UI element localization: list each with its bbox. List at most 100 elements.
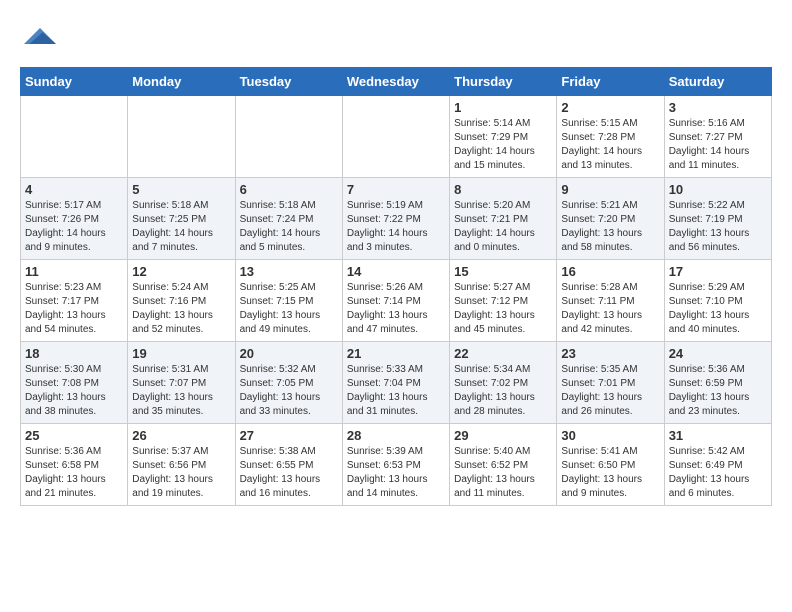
calendar-cell: 26Sunrise: 5:37 AM Sunset: 6:56 PM Dayli… xyxy=(128,424,235,506)
day-info: Sunrise: 5:29 AM Sunset: 7:10 PM Dayligh… xyxy=(669,281,767,337)
calendar-cell: 10 Sunrise: 5:22 AM Sunset: 7:19 PM Dayli… xyxy=(664,178,771,260)
calendar-cell: 16Sunrise: 5:28 AM Sunset: 7:11 PM Dayli… xyxy=(557,260,664,342)
day-number: 27 xyxy=(240,428,338,443)
calendar-cell: 2 Sunrise: 5:15 AM Sunset: 7:28 PM Daylig… xyxy=(557,96,664,178)
weekday-header-row: SundayMondayTuesdayWednesdayThursdayFrid… xyxy=(21,68,772,96)
day-number: 12 xyxy=(132,264,230,279)
weekday-header-friday: Friday xyxy=(557,68,664,96)
day-info: Sunrise: 5:39 AM Sunset: 6:53 PM Dayligh… xyxy=(347,445,445,501)
day-info: Sunrise: 5:18 AM Sunset: 7:25 PM Dayligh… xyxy=(132,199,230,255)
calendar-cell: 27 Sunrise: 5:38 AM Sunset: 6:55 PM Dayli… xyxy=(235,424,342,506)
calendar-cell xyxy=(342,96,449,178)
calendar-week-row: 18 Sunrise: 5:30 AM Sunset: 7:08 PM Dayli… xyxy=(21,342,772,424)
day-number: 9 xyxy=(561,182,659,197)
calendar-cell: 3 Sunrise: 5:16 AM Sunset: 7:27 PM Daylig… xyxy=(664,96,771,178)
day-number: 8 xyxy=(454,182,552,197)
day-info: Sunrise: 5:20 AM Sunset: 7:21 PM Dayligh… xyxy=(454,199,552,255)
page-header xyxy=(20,20,772,57)
calendar-cell: 18 Sunrise: 5:30 AM Sunset: 7:08 PM Dayli… xyxy=(21,342,128,424)
day-number: 18 xyxy=(25,346,123,361)
day-info: Sunrise: 5:32 AM Sunset: 7:05 PM Dayligh… xyxy=(240,363,338,419)
calendar-cell: 17 Sunrise: 5:29 AM Sunset: 7:10 PM Dayli… xyxy=(664,260,771,342)
day-number: 13 xyxy=(240,264,338,279)
day-info: Sunrise: 5:38 AM Sunset: 6:55 PM Dayligh… xyxy=(240,445,338,501)
calendar-cell: 5 Sunrise: 5:18 AM Sunset: 7:25 PM Daylig… xyxy=(128,178,235,260)
day-number: 4 xyxy=(25,182,123,197)
day-info: Sunrise: 5:17 AM Sunset: 7:26 PM Dayligh… xyxy=(25,199,123,255)
weekday-header-monday: Monday xyxy=(128,68,235,96)
calendar-cell: 7 Sunrise: 5:19 AM Sunset: 7:22 PM Daylig… xyxy=(342,178,449,260)
weekday-header-saturday: Saturday xyxy=(664,68,771,96)
day-number: 31 xyxy=(669,428,767,443)
calendar-cell: 14Sunrise: 5:26 AM Sunset: 7:14 PM Dayli… xyxy=(342,260,449,342)
day-info: Sunrise: 5:33 AM Sunset: 7:04 PM Dayligh… xyxy=(347,363,445,419)
day-number: 15 xyxy=(454,264,552,279)
calendar-week-row: 1 Sunrise: 5:14 AM Sunset: 7:29 PM Daylig… xyxy=(21,96,772,178)
day-info: Sunrise: 5:36 AM Sunset: 6:58 PM Dayligh… xyxy=(25,445,123,501)
day-number: 29 xyxy=(454,428,552,443)
weekday-header-sunday: Sunday xyxy=(21,68,128,96)
day-info: Sunrise: 5:41 AM Sunset: 6:50 PM Dayligh… xyxy=(561,445,659,501)
day-number: 10 xyxy=(669,182,767,197)
calendar-week-row: 25 Sunrise: 5:36 AM Sunset: 6:58 PM Dayli… xyxy=(21,424,772,506)
day-info: Sunrise: 5:35 AM Sunset: 7:01 PM Dayligh… xyxy=(561,363,659,419)
day-info: Sunrise: 5:22 AM Sunset: 7:19 PM Dayligh… xyxy=(669,199,767,255)
calendar-cell: 31 Sunrise: 5:42 AM Sunset: 6:49 PM Dayli… xyxy=(664,424,771,506)
calendar-cell: 15 Sunrise: 5:27 AM Sunset: 7:12 PM Dayli… xyxy=(450,260,557,342)
day-info: Sunrise: 5:19 AM Sunset: 7:22 PM Dayligh… xyxy=(347,199,445,255)
day-info: Sunrise: 5:21 AM Sunset: 7:20 PM Dayligh… xyxy=(561,199,659,255)
day-number: 19 xyxy=(132,346,230,361)
day-info: Sunrise: 5:36 AM Sunset: 6:59 PM Dayligh… xyxy=(669,363,767,419)
day-info: Sunrise: 5:42 AM Sunset: 6:49 PM Dayligh… xyxy=(669,445,767,501)
day-number: 6 xyxy=(240,182,338,197)
day-info: Sunrise: 5:31 AM Sunset: 7:07 PM Dayligh… xyxy=(132,363,230,419)
day-info: Sunrise: 5:30 AM Sunset: 7:08 PM Dayligh… xyxy=(25,363,123,419)
calendar-week-row: 11Sunrise: 5:23 AM Sunset: 7:17 PM Dayli… xyxy=(21,260,772,342)
day-info: Sunrise: 5:27 AM Sunset: 7:12 PM Dayligh… xyxy=(454,281,552,337)
day-info: Sunrise: 5:15 AM Sunset: 7:28 PM Dayligh… xyxy=(561,117,659,173)
day-number: 1 xyxy=(454,100,552,115)
calendar-cell: 29Sunrise: 5:40 AM Sunset: 6:52 PM Dayli… xyxy=(450,424,557,506)
day-info: Sunrise: 5:23 AM Sunset: 7:17 PM Dayligh… xyxy=(25,281,123,337)
calendar-cell: 11Sunrise: 5:23 AM Sunset: 7:17 PM Dayli… xyxy=(21,260,128,342)
calendar-cell: 22Sunrise: 5:34 AM Sunset: 7:02 PM Dayli… xyxy=(450,342,557,424)
day-number: 5 xyxy=(132,182,230,197)
calendar-cell: 24 Sunrise: 5:36 AM Sunset: 6:59 PM Dayli… xyxy=(664,342,771,424)
calendar-cell: 20Sunrise: 5:32 AM Sunset: 7:05 PM Dayli… xyxy=(235,342,342,424)
calendar-cell xyxy=(21,96,128,178)
day-number: 24 xyxy=(669,346,767,361)
day-info: Sunrise: 5:25 AM Sunset: 7:15 PM Dayligh… xyxy=(240,281,338,337)
day-number: 17 xyxy=(669,264,767,279)
day-number: 23 xyxy=(561,346,659,361)
day-number: 28 xyxy=(347,428,445,443)
calendar-cell: 8 Sunrise: 5:20 AM Sunset: 7:21 PM Daylig… xyxy=(450,178,557,260)
weekday-header-thursday: Thursday xyxy=(450,68,557,96)
day-info: Sunrise: 5:34 AM Sunset: 7:02 PM Dayligh… xyxy=(454,363,552,419)
day-info: Sunrise: 5:16 AM Sunset: 7:27 PM Dayligh… xyxy=(669,117,767,173)
calendar-cell: 30 Sunrise: 5:41 AM Sunset: 6:50 PM Dayli… xyxy=(557,424,664,506)
calendar-cell: 21 Sunrise: 5:33 AM Sunset: 7:04 PM Dayli… xyxy=(342,342,449,424)
weekday-header-tuesday: Tuesday xyxy=(235,68,342,96)
calendar-cell: 12 Sunrise: 5:24 AM Sunset: 7:16 PM Dayli… xyxy=(128,260,235,342)
day-number: 30 xyxy=(561,428,659,443)
calendar-cell: 13 Sunrise: 5:25 AM Sunset: 7:15 PM Dayli… xyxy=(235,260,342,342)
calendar-week-row: 4 Sunrise: 5:17 AM Sunset: 7:26 PM Daylig… xyxy=(21,178,772,260)
day-number: 25 xyxy=(25,428,123,443)
calendar-cell: 6 Sunrise: 5:18 AM Sunset: 7:24 PM Daylig… xyxy=(235,178,342,260)
day-info: Sunrise: 5:14 AM Sunset: 7:29 PM Dayligh… xyxy=(454,117,552,173)
day-number: 3 xyxy=(669,100,767,115)
day-number: 21 xyxy=(347,346,445,361)
day-info: Sunrise: 5:18 AM Sunset: 7:24 PM Dayligh… xyxy=(240,199,338,255)
calendar-cell: 25 Sunrise: 5:36 AM Sunset: 6:58 PM Dayli… xyxy=(21,424,128,506)
calendar-cell: 23 Sunrise: 5:35 AM Sunset: 7:01 PM Dayli… xyxy=(557,342,664,424)
day-number: 14 xyxy=(347,264,445,279)
logo-icon xyxy=(24,20,56,52)
calendar-cell: 28 Sunrise: 5:39 AM Sunset: 6:53 PM Dayli… xyxy=(342,424,449,506)
day-number: 7 xyxy=(347,182,445,197)
day-info: Sunrise: 5:24 AM Sunset: 7:16 PM Dayligh… xyxy=(132,281,230,337)
day-number: 2 xyxy=(561,100,659,115)
calendar-table: SundayMondayTuesdayWednesdayThursdayFrid… xyxy=(20,67,772,506)
calendar-cell: 19 Sunrise: 5:31 AM Sunset: 7:07 PM Dayli… xyxy=(128,342,235,424)
calendar-cell: 1 Sunrise: 5:14 AM Sunset: 7:29 PM Daylig… xyxy=(450,96,557,178)
calendar-cell: 4 Sunrise: 5:17 AM Sunset: 7:26 PM Daylig… xyxy=(21,178,128,260)
